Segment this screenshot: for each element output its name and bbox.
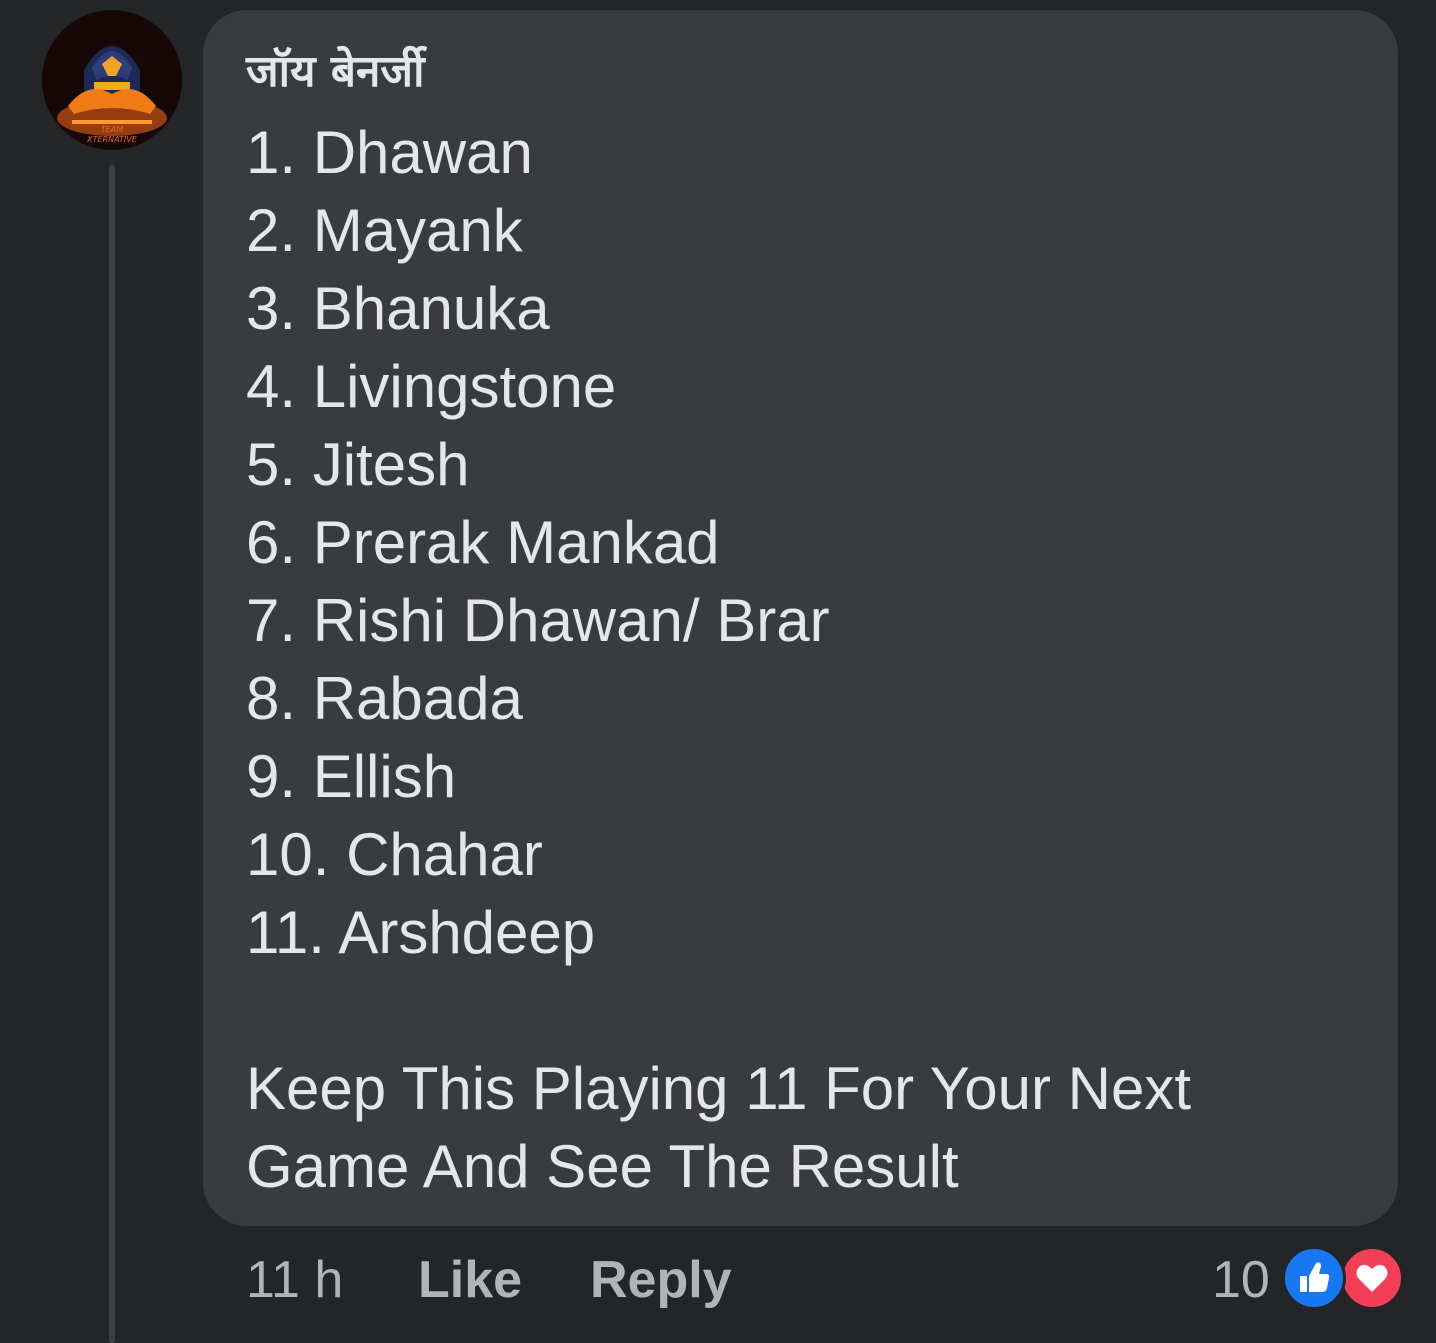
comment-line: 3. Bhanuka xyxy=(246,275,550,342)
comment-line: 4. Livingstone xyxy=(246,353,617,420)
comment-line: 1. Dhawan xyxy=(246,119,533,186)
comment-closing-line: Game And See The Result xyxy=(246,1133,959,1200)
comment-line: 8. Rabada xyxy=(246,665,523,732)
comment-screen: TEAM XTERNATIVE जॉय बेनर्जी 1. Dhawan 2.… xyxy=(0,0,1436,1343)
comment-text: 1. Dhawan 2. Mayank 3. Bhanuka 4. Living… xyxy=(246,114,1366,1206)
love-icon[interactable] xyxy=(1340,1246,1404,1310)
svg-text:TEAM: TEAM xyxy=(101,125,123,134)
avatar[interactable]: TEAM XTERNATIVE xyxy=(42,10,182,150)
comment-line: 7. Rishi Dhawan/ Brar xyxy=(246,587,830,654)
comment-blank-line xyxy=(246,972,1366,1050)
comment-line: 5. Jitesh xyxy=(246,431,470,498)
like-button[interactable]: Like xyxy=(418,1250,522,1310)
comment-closing-line: Keep This Playing 11 For Your Next xyxy=(246,1055,1191,1122)
reply-thread-line xyxy=(109,165,115,1343)
comment-timestamp[interactable]: 11 h xyxy=(246,1250,343,1310)
comment-author-name[interactable]: जॉय बेनर्जी xyxy=(246,42,424,102)
comment-line: 10. Chahar xyxy=(246,821,543,888)
svg-text:XTERNATIVE: XTERNATIVE xyxy=(86,135,138,144)
reply-button[interactable]: Reply xyxy=(590,1250,732,1310)
like-icon[interactable] xyxy=(1282,1246,1346,1310)
avatar-logo-icon: TEAM XTERNATIVE xyxy=(42,10,182,150)
comment-line: 6. Prerak Mankad xyxy=(246,509,720,576)
comment-line: 11. Arshdeep xyxy=(246,899,596,966)
comment-line: 2. Mayank xyxy=(246,197,523,264)
reaction-count[interactable]: 10 xyxy=(1212,1250,1270,1310)
comment-line: 9. Ellish xyxy=(246,743,457,810)
